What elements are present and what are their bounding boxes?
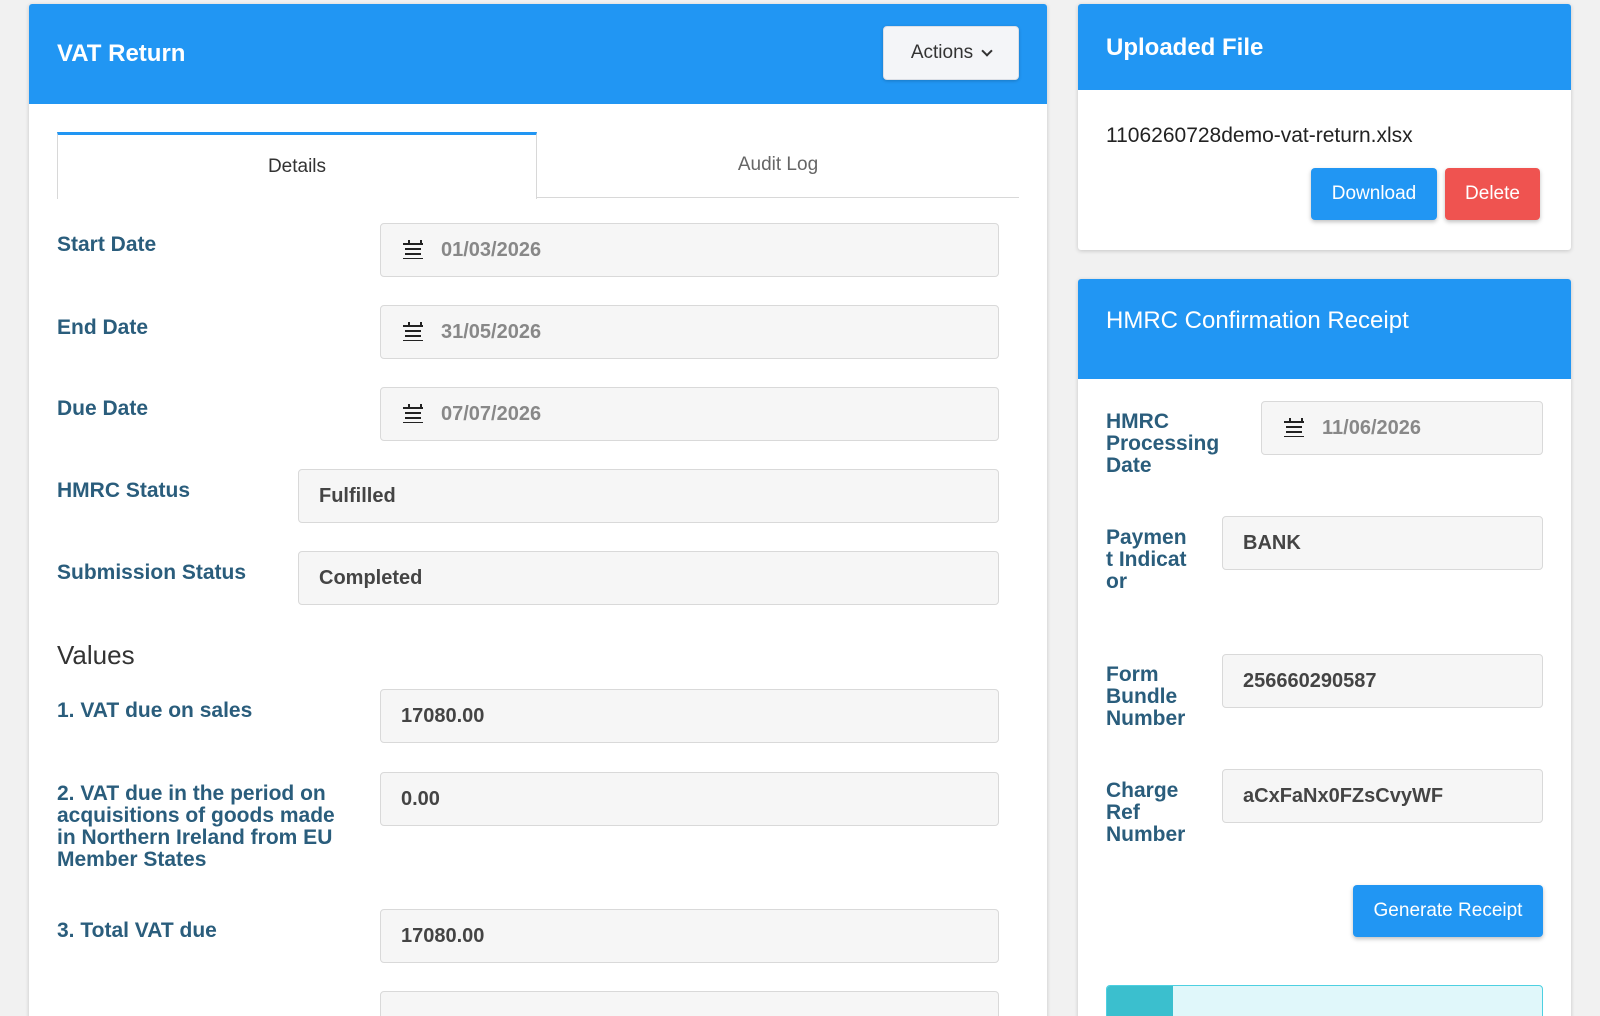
end-date-input[interactable]: 31/05/2026 [380, 305, 999, 359]
delete-button[interactable]: Delete [1445, 168, 1540, 220]
values-section-title: Values [57, 640, 135, 670]
vat-return-header: VAT Return Actions [29, 4, 1047, 104]
vat-due-acquisitions-field[interactable]: 0.00 [380, 772, 999, 826]
processing-date-value: 11/06/2026 [1322, 416, 1421, 439]
charge-ref-number-label: Charge Ref Number [1106, 779, 1186, 846]
start-date-label: Start Date [57, 233, 157, 256]
tab-details[interactable]: Details [57, 132, 537, 199]
due-date-label: Due Date [57, 397, 149, 420]
end-date-value: 31/05/2026 [441, 320, 542, 343]
calendar-icon [403, 404, 423, 424]
actions-label: Actions [910, 42, 974, 63]
actions-button[interactable]: Actions [883, 26, 1019, 80]
due-date-value: 07/07/2026 [441, 402, 542, 425]
uploaded-file-card: Uploaded File 1106260728demo-vat-return.… [1078, 4, 1571, 250]
uploaded-file-title: Uploaded File [1106, 34, 1264, 61]
vat-return-card: VAT Return Actions Details Audit Log Sta… [29, 4, 1047, 1016]
uploaded-file-header: Uploaded File [1078, 4, 1571, 90]
next-value-field[interactable] [380, 991, 999, 1016]
calendar-icon [1284, 418, 1304, 438]
end-date-label: End Date [57, 316, 149, 339]
vat-due-on-sales-label: 1. VAT due on sales [57, 699, 253, 722]
form-bundle-number-label: Form Bundle Number [1106, 663, 1186, 730]
total-vat-due-field[interactable]: 17080.00 [380, 909, 999, 963]
tab-audit-log[interactable]: Audit Log [537, 132, 1019, 198]
download-button[interactable]: Download [1311, 168, 1437, 220]
calendar-icon [403, 322, 423, 342]
processing-date-label: HMRC Processing Date [1106, 410, 1220, 477]
info-alert [1106, 985, 1543, 1016]
vat-return-title: VAT Return [57, 40, 186, 67]
start-date-value: 01/03/2026 [441, 238, 542, 261]
alert-stripe [1107, 986, 1173, 1016]
vat-due-on-sales-field[interactable]: 17080.00 [380, 689, 999, 743]
due-date-input[interactable]: 07/07/2026 [380, 387, 999, 441]
submission-status-label: Submission Status [57, 561, 247, 584]
tab-bar: Details Audit Log [57, 132, 1019, 199]
hmrc-status-field[interactable]: Fulfilled [298, 469, 999, 523]
hmrc-status-label: HMRC Status [57, 479, 191, 502]
generate-receipt-button[interactable]: Generate Receipt [1353, 885, 1543, 937]
payment-indicator-field[interactable]: BANK [1222, 516, 1543, 570]
hmrc-receipt-header: HMRC Confirmation Receipt [1078, 279, 1571, 379]
start-date-input[interactable]: 01/03/2026 [380, 223, 999, 277]
hmrc-receipt-card: HMRC Confirmation Receipt HMRC Processin… [1078, 279, 1571, 1016]
form-bundle-number-field[interactable]: 256660290587 [1222, 654, 1543, 708]
payment-indicator-label: Payment Indicator [1106, 526, 1187, 593]
chevron-down-icon [981, 45, 993, 57]
submission-status-field[interactable]: Completed [298, 551, 999, 605]
total-vat-due-label: 3. Total VAT due [57, 919, 217, 942]
file-name: 1106260728demo-vat-return.xlsx [1106, 124, 1413, 147]
charge-ref-number-field[interactable]: aCxFaNx0FZsCvyWF [1222, 769, 1543, 823]
calendar-icon [403, 240, 423, 260]
hmrc-receipt-title: HMRC Confirmation Receipt [1106, 307, 1409, 334]
vat-due-acquisitions-label: 2. VAT due in the period on acquisitions… [57, 782, 335, 871]
processing-date-input[interactable]: 11/06/2026 [1261, 401, 1543, 455]
